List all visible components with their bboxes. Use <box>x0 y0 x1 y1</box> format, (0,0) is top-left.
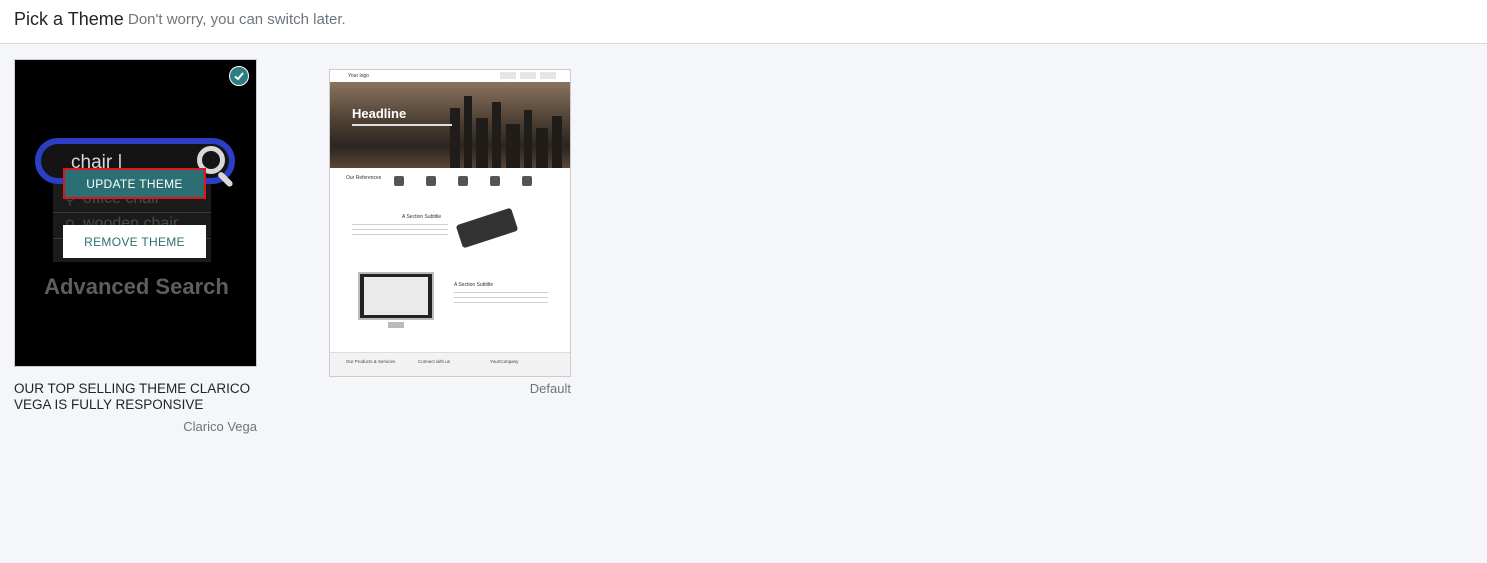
preview-caption: Advanced Search <box>44 274 229 299</box>
preview-section-title: A Section Subtitle <box>454 282 494 288</box>
preview-references: Our References <box>346 175 382 181</box>
update-theme-button[interactable]: UPDATE THEME <box>63 168 206 199</box>
preview-monitor-image <box>358 272 434 320</box>
theme-name: Clarico Vega <box>183 419 257 434</box>
preview-logo: Your logo <box>348 73 369 79</box>
preview-phone-image <box>455 207 519 249</box>
check-circle-icon <box>229 66 249 86</box>
theme-name: Default <box>529 381 571 396</box>
preview-footer: Our Products & Services Connect with us … <box>330 352 570 376</box>
preview-reference-logos <box>394 176 532 186</box>
theme-card-clarico-vega[interactable]: chair | ⚲ office chair ⚲ wooden chair Ad… <box>14 59 257 367</box>
page-subtitle: Don't worry, you can switch later. <box>128 11 346 28</box>
preview-headline: Headline <box>352 106 407 121</box>
preview-section-title: A Section Subtitle <box>402 214 442 220</box>
theme-card-default[interactable]: Your logo Headline Our References A Sect… <box>329 69 571 377</box>
page-title: Pick a Theme <box>14 9 124 29</box>
remove-theme-button[interactable]: REMOVE THEME <box>63 225 206 258</box>
page-header: Pick a Theme Don't worry, you can switch… <box>0 0 1487 44</box>
theme-description: OUR TOP SELLING THEME CLARICO VEGA IS FU… <box>14 381 251 412</box>
preview-hero: Headline <box>330 82 570 168</box>
preview-navbar: Your logo <box>330 70 570 82</box>
